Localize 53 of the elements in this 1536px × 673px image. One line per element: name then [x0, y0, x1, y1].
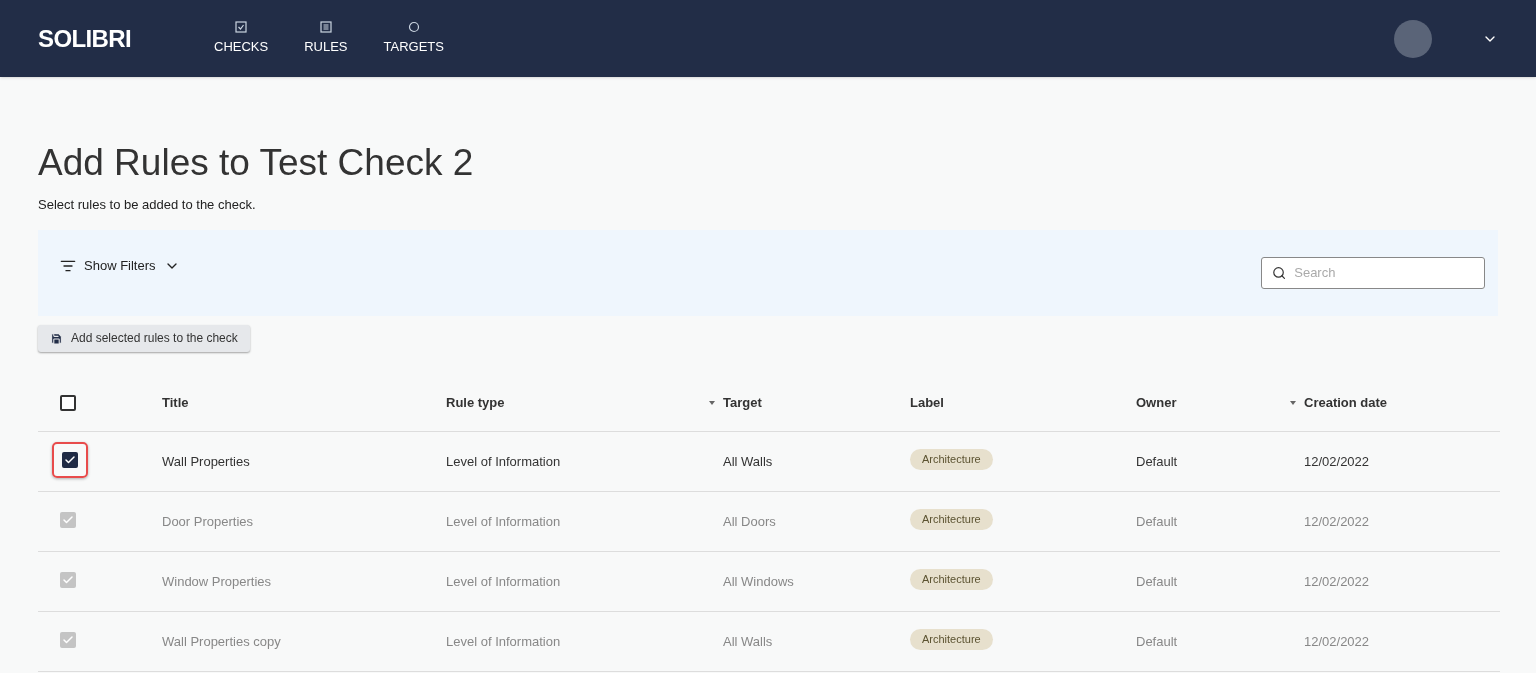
checkbox[interactable]	[62, 452, 78, 468]
label-tag: Architecture	[910, 569, 993, 590]
search-field[interactable]: Search	[1261, 256, 1485, 289]
label-tag: Architecture	[910, 449, 993, 470]
check-icon	[62, 514, 74, 526]
check-icon	[62, 634, 74, 646]
column-header: Owner	[1136, 393, 1177, 412]
search-input[interactable]: Search	[1294, 262, 1474, 283]
table-cell: Level of Information	[446, 634, 561, 649]
circle-icon	[407, 20, 420, 33]
table-cell: Level of Information	[446, 574, 561, 589]
table-cell: All Windows	[723, 574, 794, 589]
nav-link[interactable]: TARGETS	[383, 20, 444, 57]
column-header: Title	[162, 393, 189, 412]
label-tag: Architecture	[910, 629, 993, 650]
table-cell: Default	[1136, 514, 1178, 529]
show-filters-button[interactable]: Show Filters	[60, 255, 180, 276]
page-title: Add Rules to Test Check 2	[38, 141, 475, 185]
column-header: Target	[723, 393, 762, 412]
column-header: Label	[910, 393, 944, 412]
table-cell: All Walls	[723, 454, 773, 469]
logo[interactable]: SOLIBRI	[38, 20, 214, 57]
check-icon	[64, 454, 76, 466]
table-cell: Wall Properties copy	[162, 634, 281, 649]
check-icon	[62, 574, 74, 586]
table-cell: Level of Information	[446, 454, 561, 469]
table-cell: 12/02/2022	[1304, 454, 1370, 469]
table-cell: All Doors	[723, 514, 776, 529]
table-cell: 12/02/2022	[1304, 574, 1370, 589]
checkbox-icon	[235, 20, 248, 33]
page-subtitle: Select rules to be added to the check.	[38, 196, 257, 214]
save-icon	[50, 331, 63, 345]
checkbox[interactable]	[60, 394, 76, 411]
table-cell: Default	[1136, 574, 1178, 589]
nav-link[interactable]: RULES	[304, 20, 348, 57]
table-cell: 12/02/2022	[1304, 514, 1370, 529]
sort-icon[interactable]	[709, 400, 715, 405]
sort-icon[interactable]	[1290, 400, 1296, 405]
table-cell: Default	[1136, 634, 1178, 649]
table-cell: Level of Information	[446, 514, 561, 529]
table-cell: Default	[1136, 454, 1178, 469]
list-icon	[319, 20, 332, 33]
table-cell: Wall Properties	[162, 454, 250, 469]
column-header: Rule type	[446, 393, 505, 412]
label-tag: Architecture	[910, 509, 993, 530]
table-cell: Window Properties	[162, 574, 272, 589]
nav-link[interactable]: CHECKS	[214, 20, 269, 57]
add-rules-button[interactable]: Add selected rules to the check	[38, 324, 250, 352]
table-cell: Door Properties	[162, 514, 254, 529]
table-cell: All Walls	[723, 634, 773, 649]
table-cell: 12/02/2022	[1304, 634, 1370, 649]
column-header: Creation date	[1304, 393, 1388, 412]
search-icon	[1272, 264, 1287, 281]
